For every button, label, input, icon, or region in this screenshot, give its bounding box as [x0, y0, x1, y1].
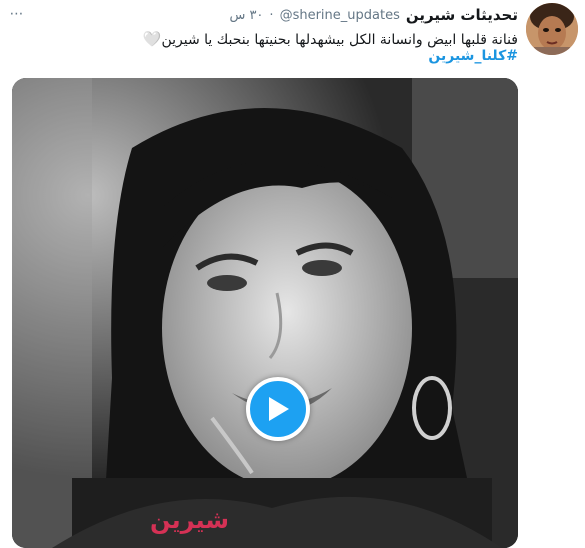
- more-options-icon[interactable]: ⋯: [6, 6, 28, 22]
- hashtag-link[interactable]: #كلنا_شيرين: [428, 48, 518, 64]
- video-caption-overlay: شيرين: [150, 506, 229, 534]
- video-thumbnail: [12, 78, 518, 548]
- video-media[interactable]: شيرين: [12, 78, 518, 548]
- tweet-body: فنانة قلبها ابيض وانسانة الكل بيشهدلها ب…: [161, 32, 518, 48]
- tweet-time[interactable]: ٣٠ س: [229, 8, 263, 23]
- play-button[interactable]: [246, 377, 310, 441]
- user-handle[interactable]: @sherine_updates: [280, 8, 400, 23]
- tweet-header: تحديثات شيرين @sherine_updates · ٣٠ س: [229, 4, 518, 26]
- separator-dot: ·: [269, 7, 274, 23]
- tweet-text: فنانة قلبها ابيض وانسانة الكل بيشهدلها ب…: [38, 29, 518, 50]
- play-icon: [269, 397, 289, 421]
- white-heart-icon: 🤍: [142, 30, 162, 48]
- avatar[interactable]: [526, 3, 578, 55]
- display-name[interactable]: تحديثات شيرين: [406, 6, 518, 24]
- avatar-image: [526, 3, 578, 55]
